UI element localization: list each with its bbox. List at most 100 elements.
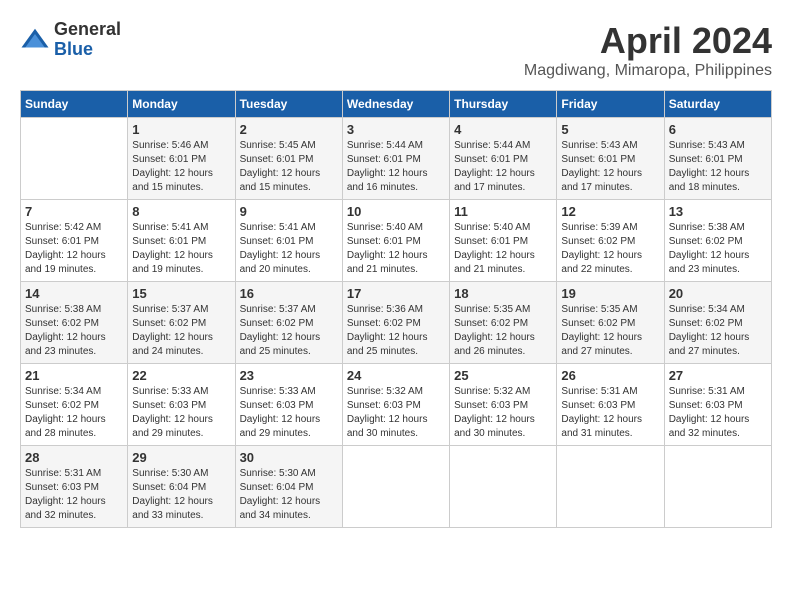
calendar-cell: 2Sunrise: 5:45 AMSunset: 6:01 PMDaylight… xyxy=(235,118,342,200)
calendar-cell: 10 Sunrise: 5:40 AMSunset: 6:01 PMDayligh… xyxy=(342,200,449,282)
calendar-cell xyxy=(342,446,449,528)
day-number: 27 xyxy=(669,368,767,383)
day-number: 3 xyxy=(347,122,445,137)
day-info: Sunrise: 5:45 AMSunset: 6:01 PMDaylight:… xyxy=(240,139,338,195)
day-info: Sunrise: 5:41 AMSunset: 6:01 PMDaylight:… xyxy=(132,221,230,277)
day-info: Sunrise: 5:35 AMSunset: 6:02 PMDaylight:… xyxy=(454,303,552,359)
weekday-header-wednesday: Wednesday xyxy=(342,91,449,118)
day-number: 17 xyxy=(347,286,445,301)
title-section: April 2024 Magdiwang, Mimaropa, Philippi… xyxy=(524,20,772,80)
day-info: Sunrise: 5:32 AMSunset: 6:03 PMDaylight:… xyxy=(454,385,552,441)
day-number: 4 xyxy=(454,122,552,137)
day-info: Sunrise: 5:33 AMSunset: 6:03 PMDaylight:… xyxy=(132,385,230,441)
day-info: Sunrise: 5:40 AMSunset: 6:01 PMDaylight:… xyxy=(454,221,552,277)
day-info: Sunrise: 5:38 AMSunset: 6:02 PMDaylight:… xyxy=(25,303,123,359)
calendar-cell xyxy=(557,446,664,528)
day-info: Sunrise: 5:38 AMSunset: 6:02 PMDaylight:… xyxy=(669,221,767,277)
calendar-header: SundayMondayTuesdayWednesdayThursdayFrid… xyxy=(21,91,772,118)
day-number: 22 xyxy=(132,368,230,383)
calendar-week-1: 1Sunrise: 5:46 AMSunset: 6:01 PMDaylight… xyxy=(21,118,772,200)
logo: General Blue xyxy=(20,20,121,60)
calendar-cell: 19 Sunrise: 5:35 AMSunset: 6:02 PMDayligh… xyxy=(557,282,664,364)
day-number: 24 xyxy=(347,368,445,383)
calendar-cell: 27Sunrise: 5:31 AMSunset: 6:03 PMDayligh… xyxy=(664,364,771,446)
day-info: Sunrise: 5:37 AMSunset: 6:02 PMDaylight:… xyxy=(132,303,230,359)
calendar-subtitle: Magdiwang, Mimaropa, Philippines xyxy=(524,62,772,80)
day-info: Sunrise: 5:30 AMSunset: 6:04 PMDaylight:… xyxy=(240,467,338,523)
day-number: 6 xyxy=(669,122,767,137)
calendar-cell: 5 Sunrise: 5:43 AMSunset: 6:01 PMDaylight… xyxy=(557,118,664,200)
calendar-cell: 26 Sunrise: 5:31 AMSunset: 6:03 PMDayligh… xyxy=(557,364,664,446)
calendar-cell: 8 Sunrise: 5:41 AMSunset: 6:01 PMDaylight… xyxy=(128,200,235,282)
calendar-cell xyxy=(450,446,557,528)
day-number: 5 xyxy=(561,122,659,137)
day-info: Sunrise: 5:43 AMSunset: 6:01 PMDaylight:… xyxy=(561,139,659,195)
weekday-header-sunday: Sunday xyxy=(21,91,128,118)
calendar-body: 1Sunrise: 5:46 AMSunset: 6:01 PMDaylight… xyxy=(21,118,772,528)
calendar-cell: 23 Sunrise: 5:33 AMSunset: 6:03 PMDayligh… xyxy=(235,364,342,446)
day-info: Sunrise: 5:37 AMSunset: 6:02 PMDaylight:… xyxy=(240,303,338,359)
day-info: Sunrise: 5:41 AMSunset: 6:01 PMDaylight:… xyxy=(240,221,338,277)
logo-general-text: General xyxy=(54,20,121,40)
day-info: Sunrise: 5:44 AMSunset: 6:01 PMDaylight:… xyxy=(347,139,445,195)
day-info: Sunrise: 5:31 AMSunset: 6:03 PMDaylight:… xyxy=(561,385,659,441)
day-info: Sunrise: 5:34 AMSunset: 6:02 PMDaylight:… xyxy=(669,303,767,359)
logo-icon xyxy=(20,25,50,55)
calendar-cell: 3 Sunrise: 5:44 AMSunset: 6:01 PMDaylight… xyxy=(342,118,449,200)
day-info: Sunrise: 5:32 AMSunset: 6:03 PMDaylight:… xyxy=(347,385,445,441)
day-info: Sunrise: 5:31 AMSunset: 6:03 PMDaylight:… xyxy=(25,467,123,523)
calendar-cell xyxy=(21,118,128,200)
calendar-cell: 17Sunrise: 5:36 AMSunset: 6:02 PMDayligh… xyxy=(342,282,449,364)
day-info: Sunrise: 5:30 AMSunset: 6:04 PMDaylight:… xyxy=(132,467,230,523)
calendar-cell: 13 Sunrise: 5:38 AMSunset: 6:02 PMDayligh… xyxy=(664,200,771,282)
weekday-header-row: SundayMondayTuesdayWednesdayThursdayFrid… xyxy=(21,91,772,118)
calendar-cell: 29 Sunrise: 5:30 AMSunset: 6:04 PMDayligh… xyxy=(128,446,235,528)
calendar-cell: 21 Sunrise: 5:34 AMSunset: 6:02 PMDayligh… xyxy=(21,364,128,446)
day-number: 13 xyxy=(669,204,767,219)
calendar-cell: 22 Sunrise: 5:33 AMSunset: 6:03 PMDayligh… xyxy=(128,364,235,446)
day-info: Sunrise: 5:44 AMSunset: 6:01 PMDaylight:… xyxy=(454,139,552,195)
calendar-cell: 11 Sunrise: 5:40 AMSunset: 6:01 PMDayligh… xyxy=(450,200,557,282)
calendar-cell: 24 Sunrise: 5:32 AMSunset: 6:03 PMDayligh… xyxy=(342,364,449,446)
calendar-cell: 30 Sunrise: 5:30 AMSunset: 6:04 PMDayligh… xyxy=(235,446,342,528)
weekday-header-thursday: Thursday xyxy=(450,91,557,118)
day-number: 11 xyxy=(454,204,552,219)
calendar-cell: 7 Sunrise: 5:42 AMSunset: 6:01 PMDaylight… xyxy=(21,200,128,282)
day-number: 15 xyxy=(132,286,230,301)
day-info: Sunrise: 5:35 AMSunset: 6:02 PMDaylight:… xyxy=(561,303,659,359)
day-info: Sunrise: 5:40 AMSunset: 6:01 PMDaylight:… xyxy=(347,221,445,277)
weekday-header-saturday: Saturday xyxy=(664,91,771,118)
calendar-cell: 1Sunrise: 5:46 AMSunset: 6:01 PMDaylight… xyxy=(128,118,235,200)
calendar-cell: 14 Sunrise: 5:38 AMSunset: 6:02 PMDayligh… xyxy=(21,282,128,364)
day-info: Sunrise: 5:34 AMSunset: 6:02 PMDaylight:… xyxy=(25,385,123,441)
day-number: 28 xyxy=(25,450,123,465)
calendar-cell: 18 Sunrise: 5:35 AMSunset: 6:02 PMDayligh… xyxy=(450,282,557,364)
logo-blue-text: Blue xyxy=(54,40,121,60)
day-number: 19 xyxy=(561,286,659,301)
calendar-cell: 25Sunrise: 5:32 AMSunset: 6:03 PMDayligh… xyxy=(450,364,557,446)
calendar-cell: 28 Sunrise: 5:31 AMSunset: 6:03 PMDayligh… xyxy=(21,446,128,528)
day-info: Sunrise: 5:43 AMSunset: 6:01 PMDaylight:… xyxy=(669,139,767,195)
calendar-week-3: 14 Sunrise: 5:38 AMSunset: 6:02 PMDayligh… xyxy=(21,282,772,364)
day-number: 12 xyxy=(561,204,659,219)
calendar-table: SundayMondayTuesdayWednesdayThursdayFrid… xyxy=(20,90,772,528)
calendar-cell: 12 Sunrise: 5:39 AMSunset: 6:02 PMDayligh… xyxy=(557,200,664,282)
calendar-cell: 15 Sunrise: 5:37 AMSunset: 6:02 PMDayligh… xyxy=(128,282,235,364)
day-number: 26 xyxy=(561,368,659,383)
day-number: 10 xyxy=(347,204,445,219)
day-number: 21 xyxy=(25,368,123,383)
calendar-cell: 4 Sunrise: 5:44 AMSunset: 6:01 PMDaylight… xyxy=(450,118,557,200)
day-number: 30 xyxy=(240,450,338,465)
day-number: 8 xyxy=(132,204,230,219)
day-info: Sunrise: 5:42 AMSunset: 6:01 PMDaylight:… xyxy=(25,221,123,277)
day-info: Sunrise: 5:39 AMSunset: 6:02 PMDaylight:… xyxy=(561,221,659,277)
day-info: Sunrise: 5:33 AMSunset: 6:03 PMDaylight:… xyxy=(240,385,338,441)
day-number: 23 xyxy=(240,368,338,383)
day-number: 29 xyxy=(132,450,230,465)
calendar-cell xyxy=(664,446,771,528)
day-number: 18 xyxy=(454,286,552,301)
day-number: 7 xyxy=(25,204,123,219)
day-info: Sunrise: 5:46 AMSunset: 6:01 PMDaylight:… xyxy=(132,139,230,195)
day-number: 9 xyxy=(240,204,338,219)
day-number: 14 xyxy=(25,286,123,301)
